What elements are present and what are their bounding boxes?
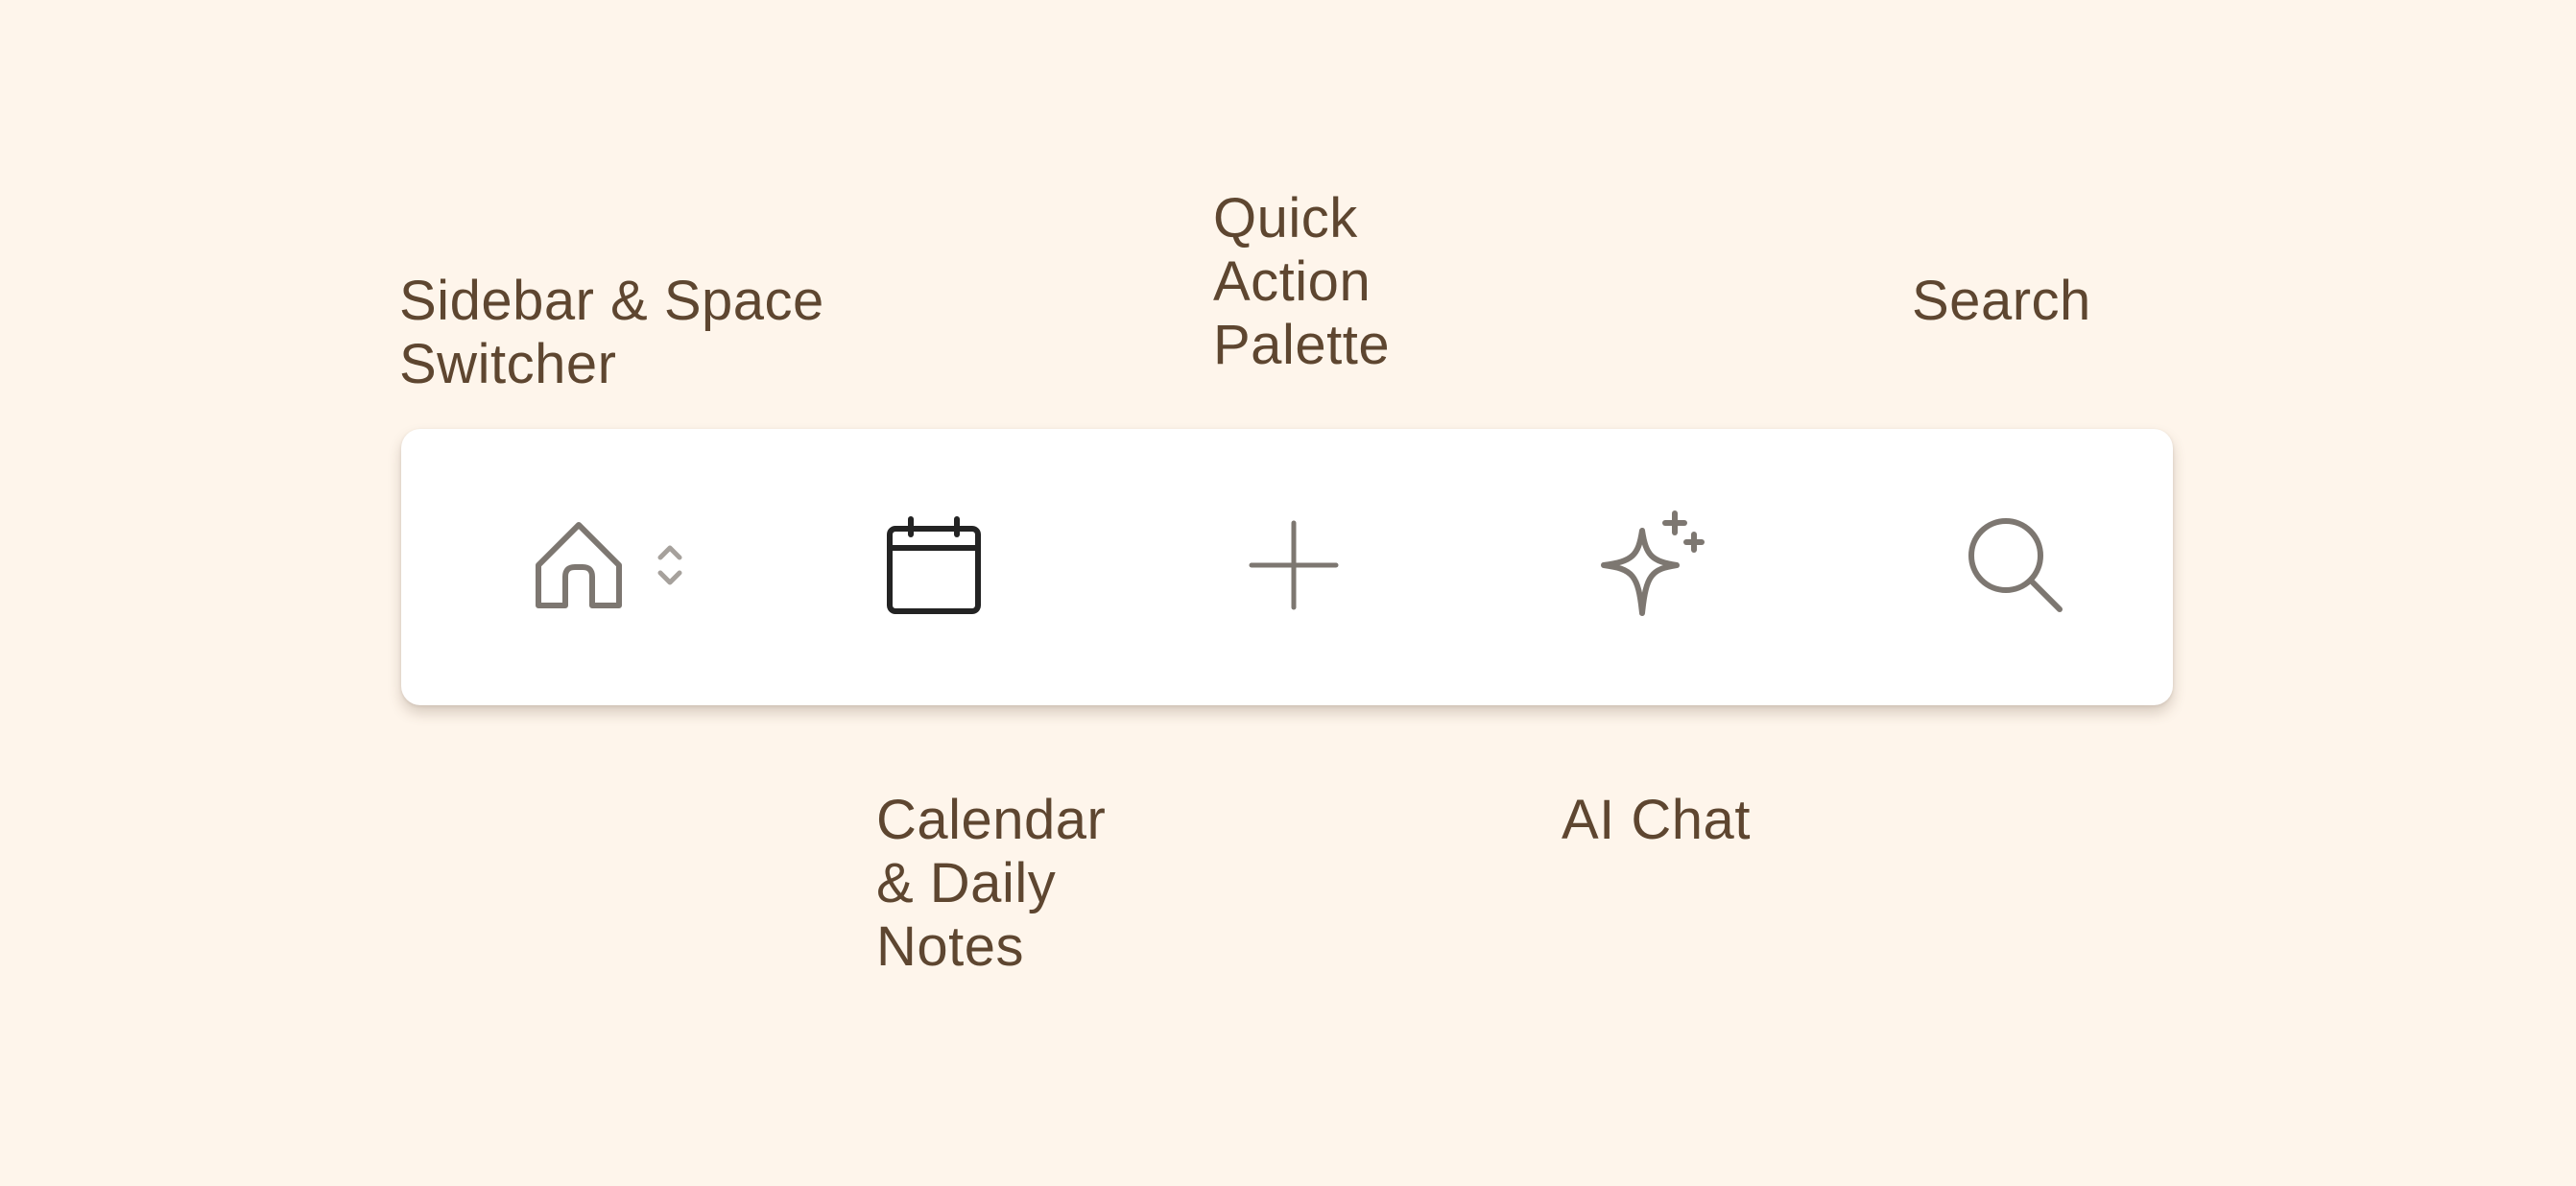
calendar-icon: [884, 515, 984, 615]
sparkles-icon: [1598, 510, 1709, 621]
chevron-up-down-icon: [656, 541, 684, 589]
search-label: Search: [1912, 270, 2091, 332]
search-icon: [1966, 515, 2065, 615]
sidebar-space-switcher-button[interactable]: [497, 498, 718, 632]
plus-icon: [1248, 519, 1340, 611]
quick-action-palette-button[interactable]: [1222, 498, 1366, 632]
calendar-daily-notes-button[interactable]: [862, 498, 1006, 632]
ai-chat-button[interactable]: [1582, 498, 1726, 632]
calendar-daily-notes-label: Calendar & Daily Notes: [876, 789, 1107, 978]
bottom-toolbar: [401, 429, 2173, 705]
search-button[interactable]: [1944, 498, 2087, 632]
sidebar-space-switcher-label: Sidebar & Space Switcher: [399, 270, 824, 395]
ai-chat-label: AI Chat: [1562, 789, 1751, 851]
home-icon: [531, 517, 627, 613]
quick-action-palette-label: Quick Action Palette: [1213, 187, 1391, 376]
